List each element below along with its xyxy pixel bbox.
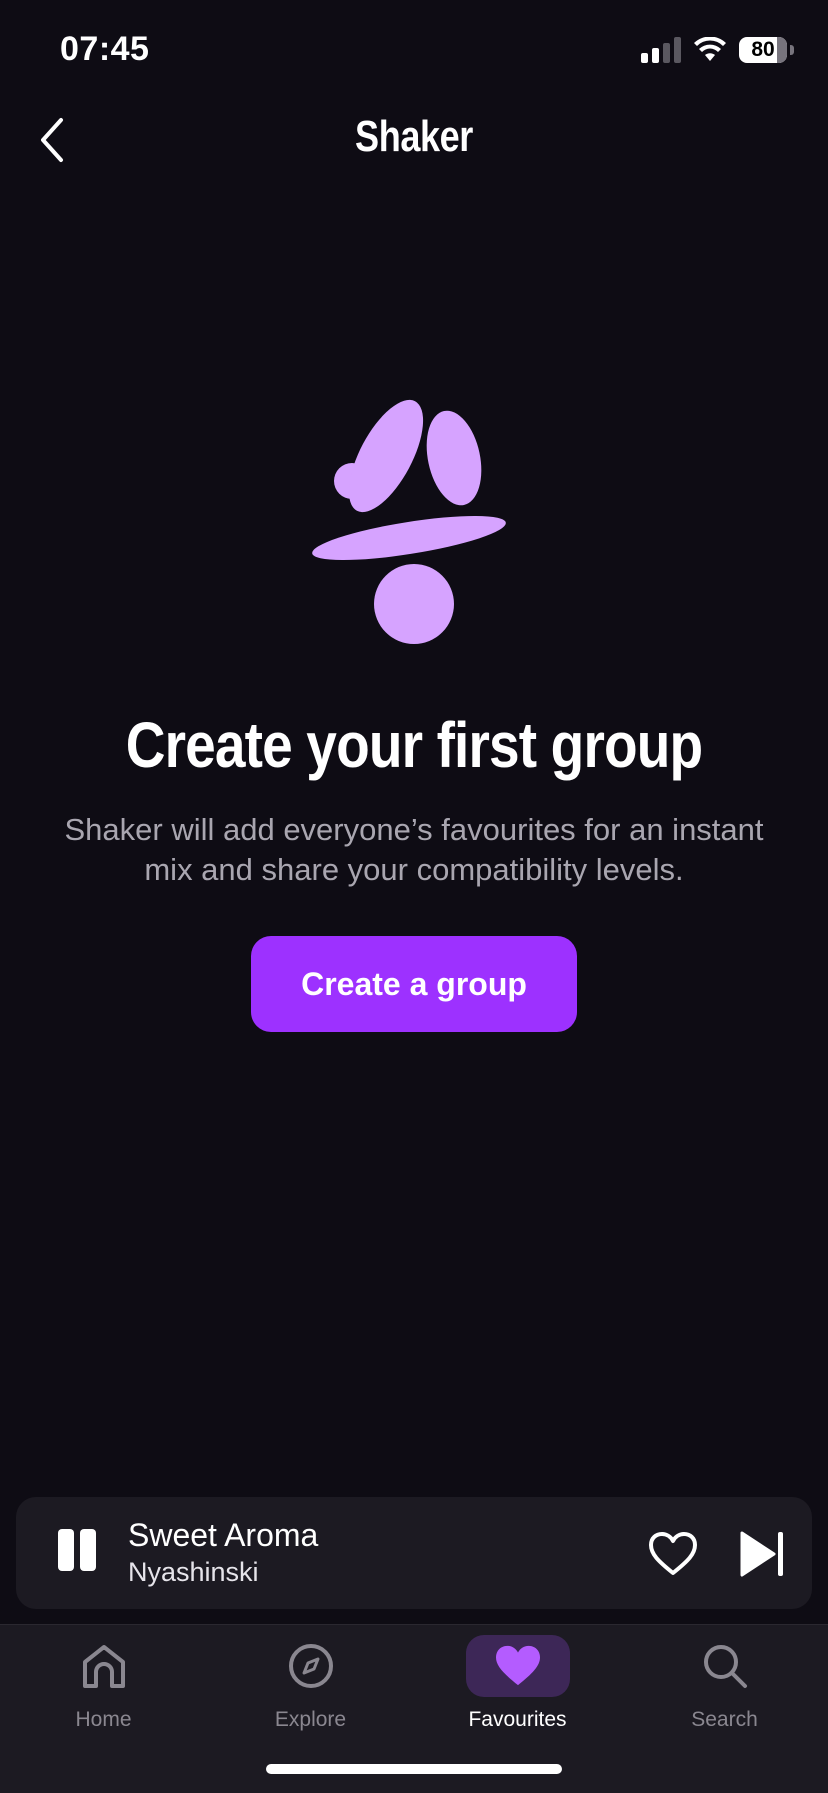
tab-favourites-icon-wrap [465,1635,570,1697]
wifi-icon [694,37,726,61]
compass-icon [288,1644,333,1688]
page-title: Shaker [355,112,473,161]
tab-home-icon-wrap [52,1635,156,1697]
back-button[interactable] [22,110,82,170]
battery-level: 80 [751,38,775,61]
pause-button[interactable] [52,1529,102,1579]
heart-icon [495,1645,540,1686]
empty-state-title: Create your first group [125,709,703,781]
tab-search-icon-wrap [673,1635,777,1697]
empty-state-description: Shaker will add everyone’s favourites fo… [64,812,764,887]
tab-home[interactable]: Home [0,1625,207,1735]
search-icon [703,1645,747,1688]
tab-explore[interactable]: Explore [207,1625,414,1735]
track-title: Sweet Aroma [128,1517,319,1553]
skip-next-button[interactable] [738,1529,788,1579]
pause-icon [58,1529,74,1571]
pause-icon-bar [80,1529,96,1571]
shaker-illustration [312,399,506,644]
battery-icon: 80 [739,37,787,63]
status-indicators: 80 [641,34,794,66]
home-icon [82,1645,125,1688]
tab-search[interactable]: Search [621,1625,828,1735]
nav-header: Shaker [0,100,828,180]
create-group-button[interactable]: Create a group [251,936,577,1032]
tab-label-favourites: Favourites [468,1708,567,1731]
tab-label-home: Home [75,1708,132,1731]
chevron-left-icon [41,118,63,162]
tab-label-search: Search [691,1708,758,1731]
home-indicator[interactable] [266,1764,562,1774]
skip-next-icon [740,1531,783,1577]
tab-explore-icon-wrap [259,1635,363,1697]
status-bar: 07:45 80 [0,0,828,100]
mini-player[interactable]: Sweet Aroma Nyashinski [16,1497,812,1609]
heart-outline-icon [649,1532,697,1575]
track-artist: Nyashinski [128,1557,259,1587]
like-button[interactable] [648,1531,698,1577]
status-time: 07:45 [60,30,150,68]
cellular-signal-icon [641,37,681,63]
tab-favourites[interactable]: Favourites [414,1625,621,1735]
battery-tip [790,45,794,55]
tab-label-explore: Explore [274,1708,347,1731]
